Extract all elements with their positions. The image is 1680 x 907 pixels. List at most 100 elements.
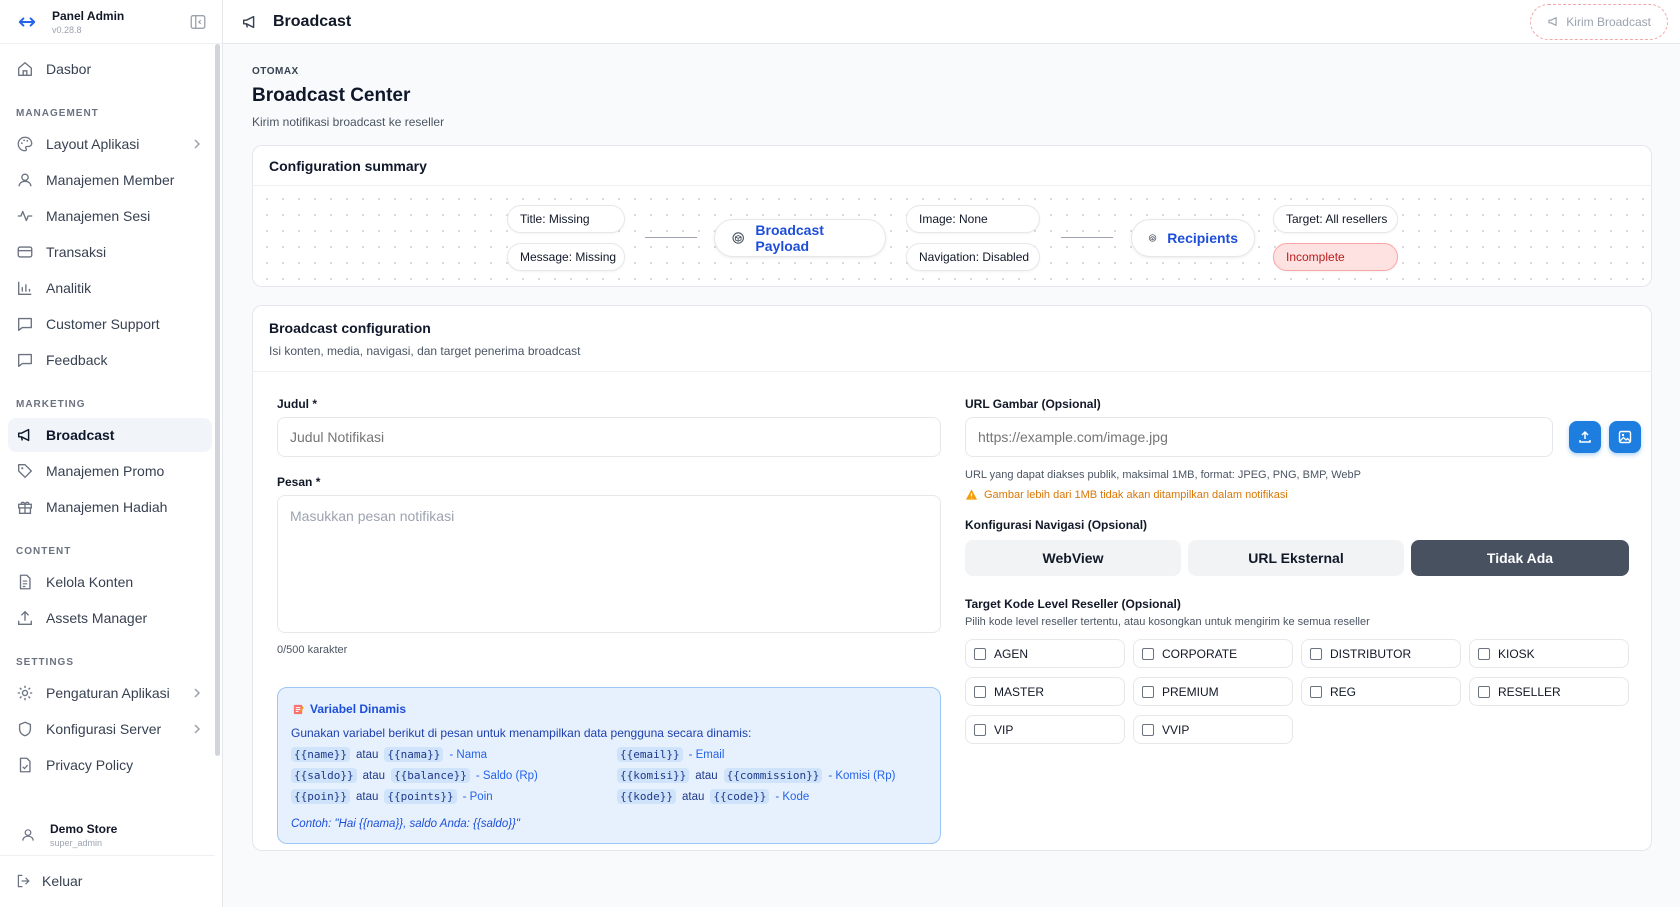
navigation-config-label: Konfigurasi Navigasi (Opsional) [965,518,1148,532]
section-management: MANAGEMENT [16,108,99,119]
nav-option-tidak-ada[interactable]: Tidak Ada [1411,540,1629,576]
connector-line [1061,237,1113,238]
level-checkbox-premium[interactable]: PREMIUM [1133,677,1293,706]
sidebar-item-feedback[interactable]: Feedback [8,343,212,377]
browse-image-button[interactable] [1609,421,1641,453]
sidebar-item-manajemen-sesi[interactable]: Manajemen Sesi [8,199,212,233]
completion-status-pill: Incomplete [1273,243,1398,271]
sidebar-nav: Dasbor MANAGEMENT Layout Aplikasi Manaje… [0,44,223,814]
variables-example: Contoh: "Hai {{nama}}, saldo Anda: {{sal… [291,818,520,830]
checkbox-box[interactable] [974,685,986,698]
sidebar-item-analitik[interactable]: Analitik [8,271,212,305]
checkbox-box[interactable] [1478,685,1490,698]
variable-code: {{email}} [617,747,683,762]
recipients-label: Recipients [1167,230,1238,246]
url-gambar-label: URL Gambar (Opsional) [965,397,1101,411]
checkbox-box[interactable] [974,723,986,736]
sidebar-item-dasbor[interactable]: Dasbor [8,52,212,86]
variable-row-email: {{email}} - Email [617,747,724,762]
level-checkbox-vip[interactable]: VIP [965,715,1125,744]
sidebar-item-broadcast[interactable]: Broadcast [8,418,212,452]
variable-row-komisi: {{komisi}} atau {{commission}} - Komisi … [617,768,895,783]
recipients-node[interactable]: Recipients [1131,219,1255,257]
level-checkbox-distributor[interactable]: DISTRIBUTOR [1301,639,1461,668]
sidebar-item-manajemen-hadiah[interactable]: Manajemen Hadiah [8,490,212,524]
page-subtitle: Kirim notifikasi broadcast ke reseller [252,115,445,129]
nav-option-url-eksternal[interactable]: URL Eksternal [1188,540,1404,576]
sidebar-item-manajemen-promo[interactable]: Manajemen Promo [8,454,212,488]
broadcast-payload-node[interactable]: Broadcast Payload [714,219,886,257]
logout-label: Keluar [42,873,83,889]
send-broadcast-button[interactable]: Kirim Broadcast [1530,3,1668,40]
sidebar-scrollbar[interactable] [215,44,220,756]
page-title: Broadcast Center [252,85,411,106]
checkbox-box[interactable] [1478,647,1490,660]
level-checkbox-vvip[interactable]: VVIP [1133,715,1293,744]
level-label: KIOSK [1498,646,1535,661]
char-count: 0/500 karakter [277,644,348,656]
sidebar-item-transaksi[interactable]: Transaksi [8,235,212,269]
checkbox-box[interactable] [1142,723,1154,736]
checkbox-box[interactable] [1310,685,1322,698]
section-marketing: MARKETING [16,399,86,410]
variable-or: atau [355,748,379,761]
sidebar-item-kelola-konten[interactable]: Kelola Konten [8,565,212,599]
checkbox-box[interactable] [1142,685,1154,698]
user-profile[interactable]: Demo Store super_admin [0,814,215,856]
home-icon [18,62,32,76]
variable-code: {{saldo}} [291,768,357,783]
sidebar-item-layout-aplikasi[interactable]: Layout Aplikasi [8,127,212,161]
sidebar-item-privacy-policy[interactable]: Privacy Policy [8,748,212,782]
checkbox-box[interactable] [974,647,986,660]
pesan-textarea[interactable]: Masukkan pesan notifikasi [277,495,941,633]
target-level-hint: Pilih kode level reseller tertentu, atau… [965,616,1370,628]
level-checkbox-kiosk[interactable]: KIOSK [1469,639,1629,668]
level-checkbox-agen[interactable]: AGEN [965,639,1125,668]
app-logo-icon [16,11,38,33]
sidebar-item-pengaturan-aplikasi[interactable]: Pengaturan Aplikasi [8,676,212,710]
variable-desc: - Email [688,748,725,761]
target-level-label: Target Kode Level Reseller (Opsional) [965,597,1181,611]
logout-button[interactable]: Keluar [0,864,215,898]
level-checkbox-corporate[interactable]: CORPORATE [1133,639,1293,668]
connector-line [645,237,697,238]
main-content: OTOMAX Broadcast Center Kirim notifikasi… [252,44,1652,851]
variable-code: {{kode}} [617,789,676,804]
log-out-icon [17,874,30,888]
image-size-warning: Gambar lebih dari 1MB tidak akan ditampi… [965,488,1288,501]
level-checkbox-reseller[interactable]: RESELLER [1469,677,1629,706]
variable-row-name: {{name}} atau {{nama}} - Nama [291,747,487,762]
sidebar-collapse-icon[interactable] [188,12,208,32]
image-size-warning-text: Gambar lebih dari 1MB tidak akan ditampi… [984,488,1288,501]
megaphone-icon [242,15,255,28]
credit-card-icon [17,246,33,258]
app-version: v0.28.8 [52,24,82,35]
level-checkbox-reg[interactable]: REG [1301,677,1461,706]
level-label: VVIP [1162,722,1190,737]
sidebar-item-manajemen-member[interactable]: Manajemen Member [8,163,212,197]
level-label: VIP [994,722,1014,737]
megaphone-icon [17,428,30,442]
sidebar-item-konfigurasi-server[interactable]: Konfigurasi Server [8,712,212,746]
variable-code: {{name}} [291,747,350,762]
level-label: DISTRIBUTOR [1330,646,1412,661]
nav-option-webview[interactable]: WebView [965,540,1181,576]
chevron-right-icon [194,688,201,698]
image-url-hint: URL yang dapat diakses publik, maksimal … [965,469,1361,481]
checkbox-box[interactable] [1310,647,1322,660]
variable-row-saldo: {{saldo}} atau {{balance}} - Saldo (Rp) [291,768,538,783]
image-url-input[interactable] [965,417,1553,457]
upload-icon [18,610,32,625]
variable-row-kode: {{kode}} atau {{code}} - Kode [617,789,809,804]
summary-title: Configuration summary [253,146,1651,186]
sidebar-item-customer-support[interactable]: Customer Support [8,307,212,341]
judul-input[interactable] [277,417,941,457]
user-icon [22,828,34,841]
sidebar-item-assets-manager[interactable]: Assets Manager [8,601,212,635]
level-checkbox-master[interactable]: MASTER [965,677,1125,706]
upload-image-button[interactable] [1569,421,1601,453]
variable-code: {{komisi}} [617,768,690,783]
pesan-label: Pesan * [277,475,321,489]
checkbox-box[interactable] [1142,647,1154,660]
variable-or: atau [362,769,385,782]
